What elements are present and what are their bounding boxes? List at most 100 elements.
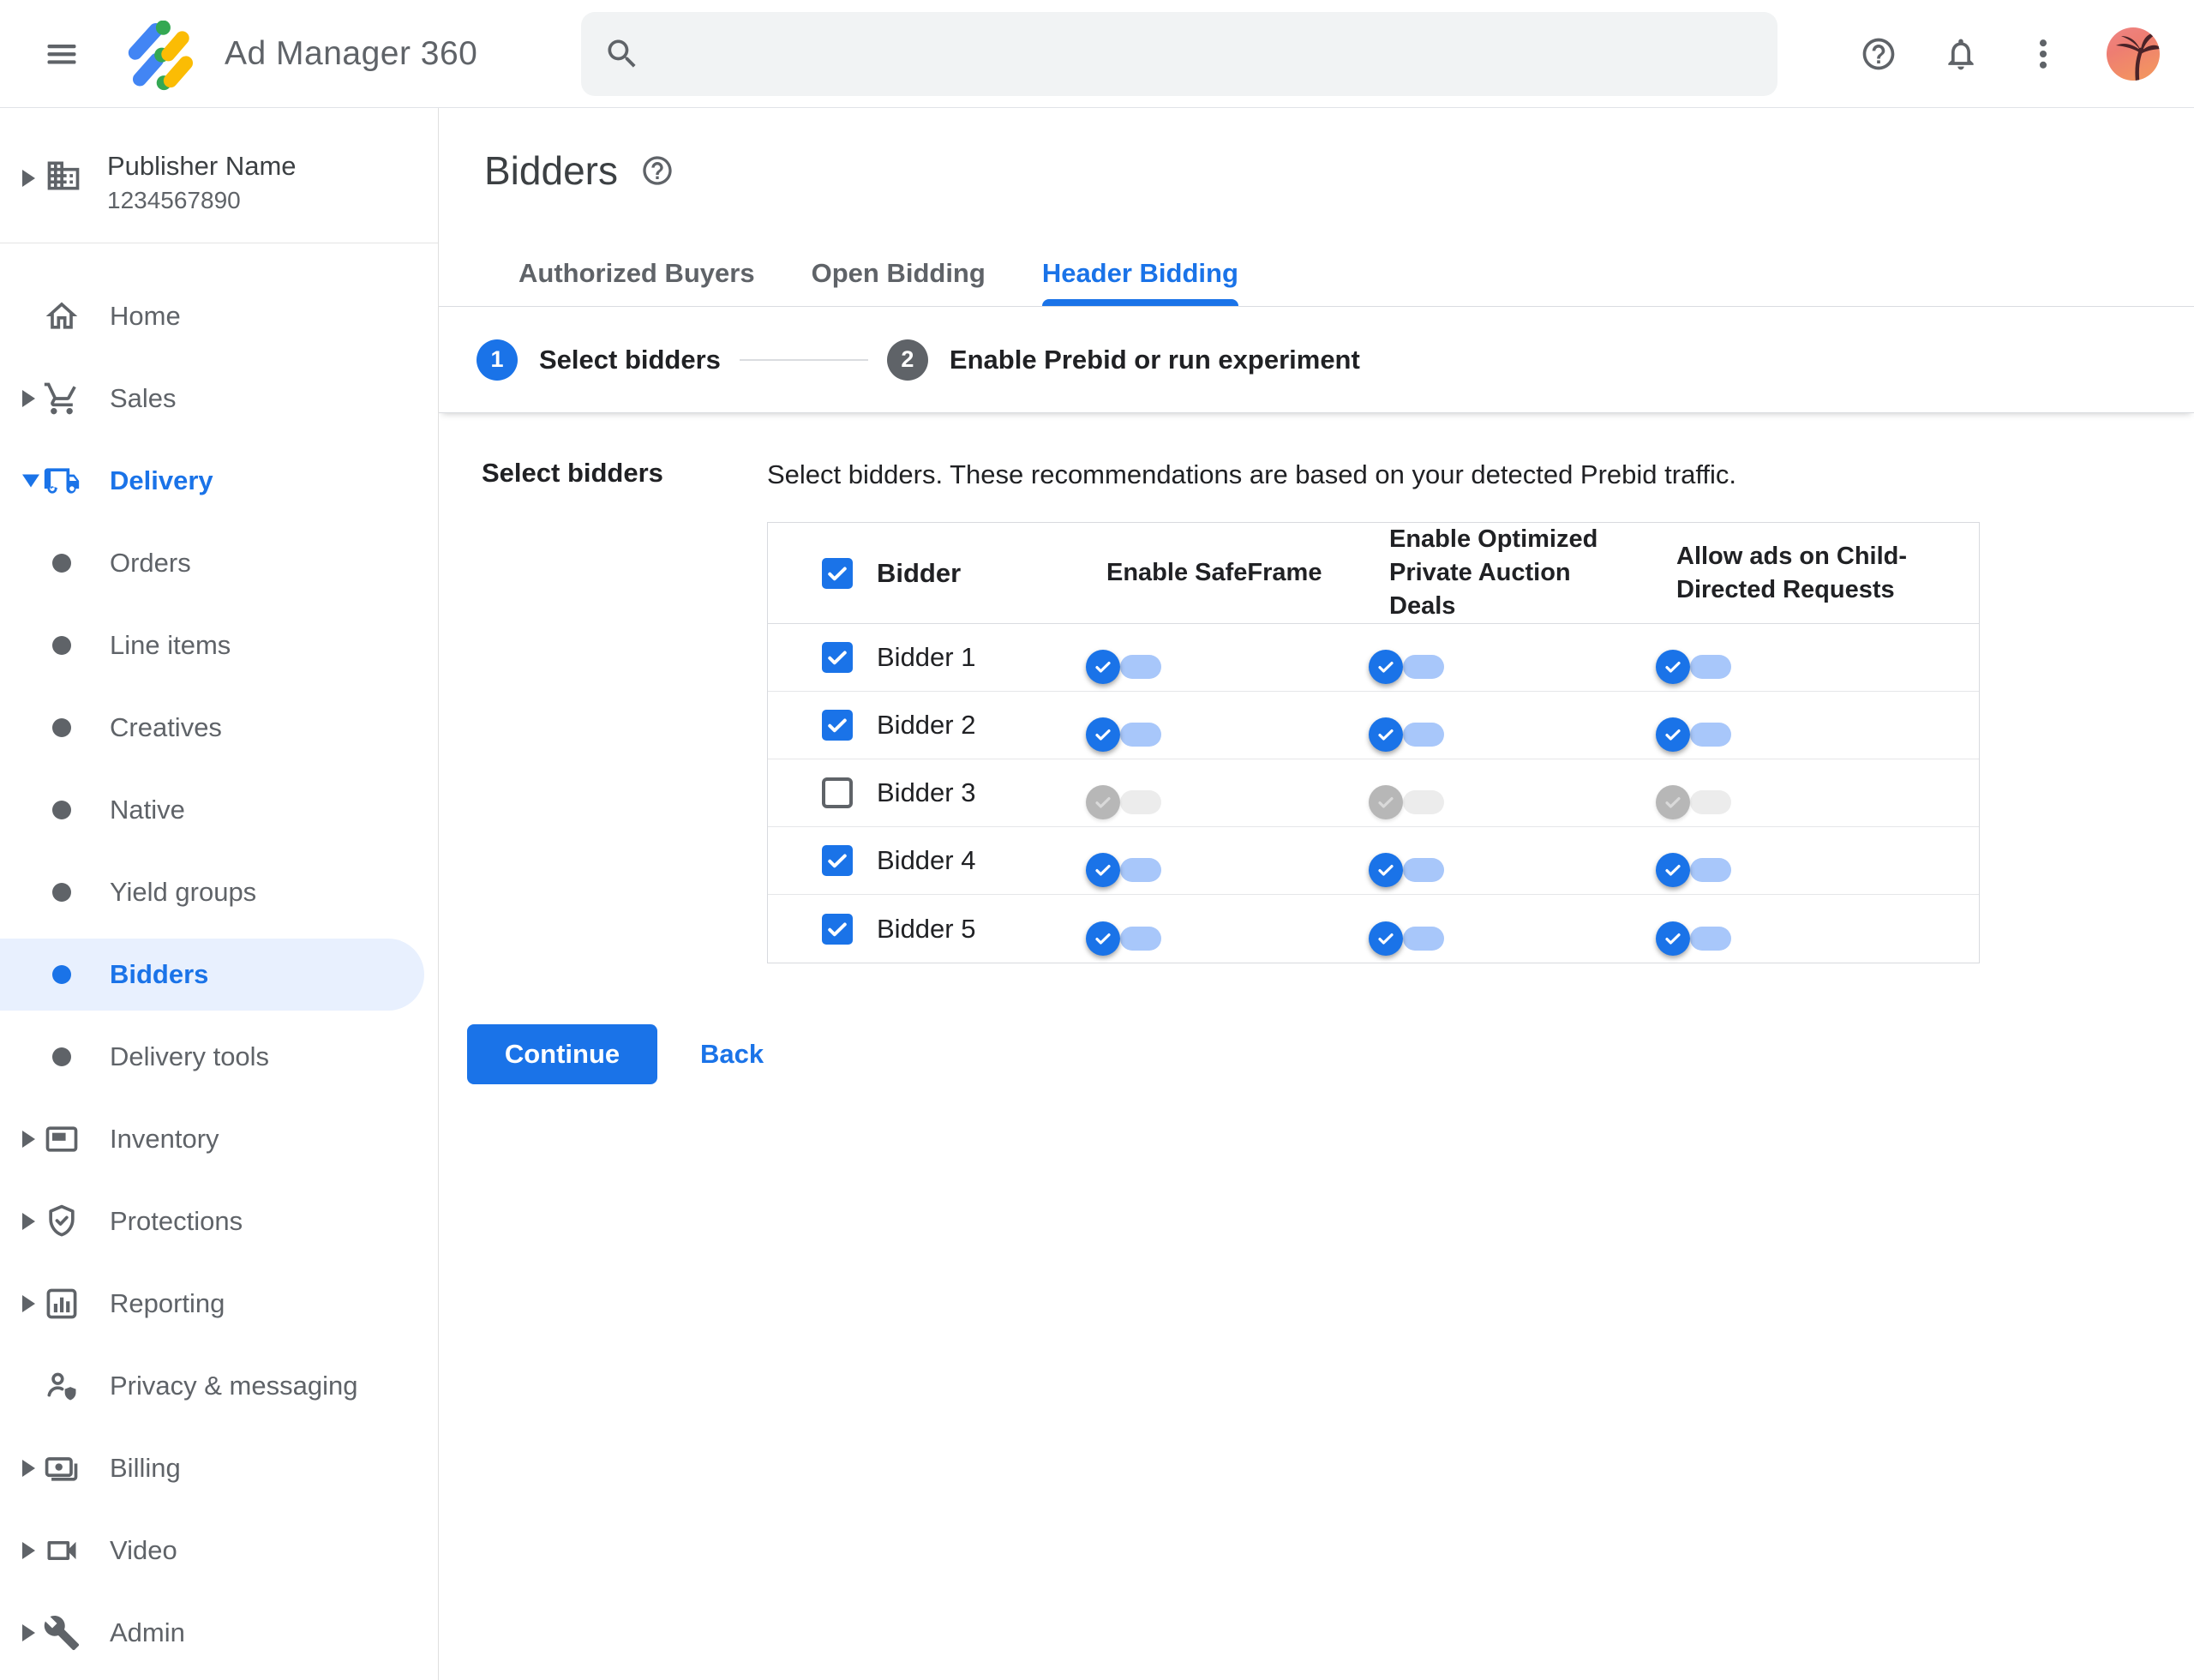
- tab-open-bidding[interactable]: Open Bidding: [812, 258, 986, 306]
- sidebar-item-delivery[interactable]: Delivery: [0, 440, 438, 522]
- chevron-right-icon: [22, 1295, 35, 1312]
- bullet-icon: [52, 718, 71, 737]
- sidebar-item-orders[interactable]: Orders: [0, 522, 438, 604]
- chevron-right-icon: [22, 170, 35, 187]
- continue-button[interactable]: Continue: [467, 1024, 657, 1084]
- bullet-icon: [52, 1047, 71, 1066]
- cell-optimized-deals: [1369, 853, 1676, 887]
- sidebar-item-label: Delivery: [110, 465, 213, 495]
- sidebar-item-label: Video: [110, 1535, 177, 1565]
- section-description: Select bidders. These recommendations ar…: [767, 459, 1737, 489]
- cell-safeframe: [1086, 853, 1389, 887]
- bidder-name: Bidder 2: [877, 710, 976, 740]
- sidebar-item-label: Admin: [110, 1617, 185, 1647]
- more-vert-icon[interactable]: [2024, 35, 2062, 73]
- page-title: Bidders: [484, 148, 618, 193]
- sidebar-item-label: Bidders: [110, 959, 209, 989]
- sidebar-item-label: Billing: [110, 1453, 181, 1483]
- sidebar-item-bidders[interactable]: Bidders: [0, 933, 438, 1016]
- sidebar-item-reporting[interactable]: Reporting: [0, 1263, 438, 1345]
- sidebar-item-label: Privacy & messaging: [110, 1371, 358, 1401]
- section-label: Select bidders: [482, 458, 663, 488]
- chevron-right-icon: [22, 1542, 35, 1559]
- row-checkbox-bidder-2[interactable]: [822, 710, 853, 741]
- table-row-bidder-3: Bidder 3: [768, 759, 1979, 827]
- sidebar-item-line-items[interactable]: Line items: [0, 604, 438, 687]
- sidebar-item-label: Reporting: [110, 1288, 225, 1318]
- sidebar-item-admin[interactable]: Admin: [0, 1592, 438, 1674]
- sidebar: Publisher Name 1234567890 Home Sales Deliv…: [0, 108, 439, 1680]
- back-link[interactable]: Back: [700, 1039, 764, 1070]
- videocam-icon: [43, 1532, 81, 1569]
- bullet-icon: [52, 883, 71, 902]
- cell-child-directed: [1656, 717, 1979, 752]
- search-icon: [603, 35, 641, 73]
- sidebar-item-label: Delivery tools: [110, 1041, 270, 1071]
- sidebar-item-billing[interactable]: Billing: [0, 1427, 438, 1509]
- cell-bidder: Bidder 3: [822, 777, 1106, 808]
- bidder-name: Bidder 3: [877, 777, 976, 807]
- table-row-bidder-1: Bidder 1: [768, 624, 1979, 692]
- chevron-down-icon: [22, 474, 39, 488]
- avatar[interactable]: [2107, 27, 2160, 81]
- sidebar-item-creatives[interactable]: Creatives: [0, 687, 438, 769]
- stepper: 1 Select bidders 2 Enable Prebid or run e…: [439, 307, 2194, 413]
- chevron-right-icon: [22, 1624, 35, 1641]
- wrench-icon: [43, 1614, 81, 1652]
- sidebar-item-delivery-tools[interactable]: Delivery tools: [0, 1016, 438, 1098]
- cell-optimized-deals: [1369, 650, 1676, 684]
- step-number-badge: 2: [886, 339, 928, 381]
- table-body: Bidder 1 Bidder 2 Bidder 3 Bidder 4 Bidd…: [768, 624, 1979, 963]
- search-bar[interactable]: [581, 12, 1777, 96]
- select-all-checkbox[interactable]: [822, 557, 853, 589]
- sidebar-item-label: Inventory: [110, 1124, 219, 1154]
- sidebar-item-privacy-messaging[interactable]: Privacy & messaging: [0, 1345, 438, 1427]
- sidebar-item-video[interactable]: Video: [0, 1509, 438, 1592]
- bullet-icon: [52, 965, 71, 984]
- chevron-right-icon: [22, 390, 35, 407]
- tab-header-bidding[interactable]: Header Bidding: [1041, 258, 1239, 306]
- menu-icon[interactable]: [43, 35, 81, 73]
- step-connector: [739, 358, 868, 361]
- table-row-bidder-2: Bidder 2: [768, 692, 1979, 759]
- column-header-child-directed: Allow ads on Child-Directed Requests: [1676, 542, 1908, 603]
- bidders-table: Bidder Enable SafeFrame Enable Optimized…: [767, 522, 1980, 963]
- truck-icon: [43, 462, 81, 500]
- palm-tree-icon: [2116, 33, 2160, 81]
- step-1[interactable]: 1 Select bidders: [477, 339, 721, 381]
- app-name: Ad Manager 360: [225, 34, 478, 72]
- sidebar-item-sales[interactable]: Sales: [0, 357, 438, 440]
- help-icon[interactable]: [1860, 35, 1897, 73]
- sidebar-item-label: Orders: [110, 548, 191, 578]
- row-checkbox-bidder-3[interactable]: [822, 777, 853, 808]
- sidebar-item-inventory[interactable]: Inventory: [0, 1098, 438, 1180]
- cell-safeframe: [1086, 785, 1389, 819]
- ad-unit-icon: [43, 1120, 81, 1158]
- cell-safeframe: [1086, 717, 1389, 752]
- sidebar-item-protections[interactable]: Protections: [0, 1180, 438, 1263]
- search-input[interactable]: [641, 12, 1777, 96]
- cell-bidder: Bidder 4: [822, 845, 1106, 876]
- sidebar-item-home[interactable]: Home: [0, 275, 438, 357]
- row-checkbox-bidder-1[interactable]: [822, 642, 853, 673]
- chevron-right-icon: [22, 1460, 35, 1477]
- row-checkbox-bidder-5[interactable]: [822, 913, 853, 945]
- sidebar-item-label: Line items: [110, 630, 231, 660]
- notifications-icon[interactable]: [1942, 35, 1980, 73]
- chevron-right-icon: [22, 1131, 35, 1148]
- cell-optimized-deals: [1369, 785, 1676, 819]
- page-help-icon[interactable]: [640, 153, 674, 188]
- cell-safeframe: [1086, 650, 1389, 684]
- bullet-icon: [52, 801, 71, 819]
- row-checkbox-bidder-4[interactable]: [822, 845, 853, 876]
- cell-child-directed: [1656, 853, 1979, 887]
- sidebar-item-native[interactable]: Native: [0, 769, 438, 851]
- publisher-switcher[interactable]: Publisher Name 1234567890: [0, 108, 438, 243]
- bullet-icon: [52, 636, 71, 655]
- person-shield-icon: [43, 1367, 81, 1405]
- bar-chart-icon: [43, 1285, 81, 1323]
- step-2[interactable]: 2 Enable Prebid or run experiment: [886, 339, 1360, 381]
- tab-authorized-buyers[interactable]: Authorized Buyers: [519, 258, 755, 306]
- cell-bidder: Bidder 1: [822, 642, 1106, 673]
- sidebar-item-yield-groups[interactable]: Yield groups: [0, 851, 438, 933]
